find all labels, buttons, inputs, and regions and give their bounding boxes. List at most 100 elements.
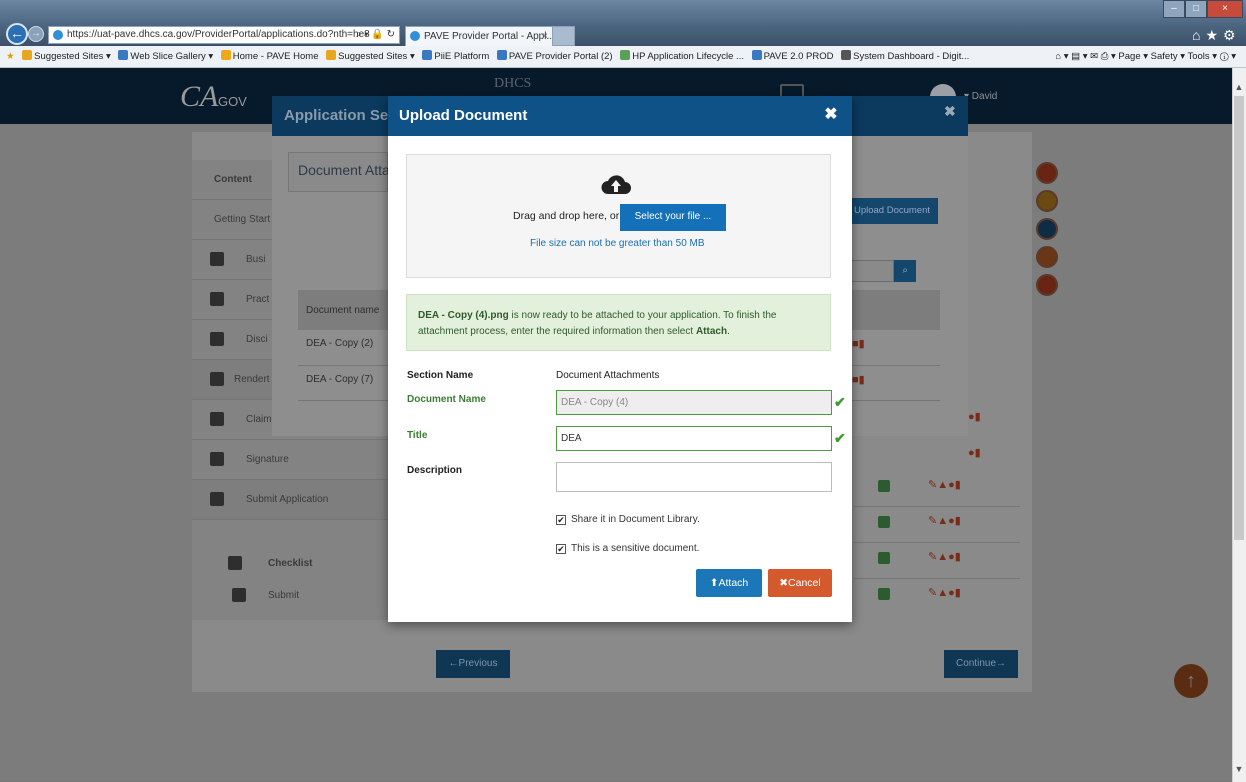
checklist-icon (228, 556, 242, 570)
view-delete-icons[interactable]: ●▮ (968, 410, 981, 423)
address-controls[interactable]: ⌕ ▾ 🔒 ↻ (356, 27, 395, 43)
url-text: https://uat-pave.dhcs.ca.gov/ProviderPor… (67, 29, 370, 40)
drag-drop-label: Drag and drop here, or (513, 210, 620, 222)
column-header-document-name: Document name (306, 305, 380, 316)
fav-item[interactable]: Web Slice Gallery ▾ (118, 50, 213, 62)
title-field[interactable] (556, 426, 832, 451)
row-divider (854, 542, 1020, 543)
scroll-up-arrow-icon[interactable]: ▲ (1232, 82, 1246, 92)
dhcs-logo: DHCS (494, 76, 532, 91)
complete-check-icon (878, 588, 890, 600)
description-label: Description (407, 465, 463, 476)
signature-icon (210, 452, 224, 466)
folder-delete-icons[interactable]: ■▮ (852, 337, 865, 350)
fav-item[interactable]: Suggested Sites ▾ (22, 50, 111, 62)
favorites-star-icon[interactable]: ★ (6, 51, 15, 62)
cloud-upload-icon (601, 175, 631, 194)
checkbox-checked-icon[interactable]: ✔ (556, 544, 566, 554)
cancel-button[interactable]: ✖Cancel (768, 569, 832, 597)
checkbox-checked-icon[interactable]: ✔ (556, 515, 566, 525)
command-bar[interactable]: ⌂ ▾ ▤ ▾ ✉ ⎙ ▾ Page ▾ Safety ▾ Tools ▾ ⓘ … (1049, 46, 1236, 67)
alert-attach-word: Attach (695, 326, 728, 337)
print-icon[interactable] (1036, 162, 1058, 184)
complete-check-icon (878, 480, 890, 492)
section-name-label: Section Name (407, 370, 474, 381)
new-tab-button[interactable] (553, 26, 575, 46)
user-menu[interactable]: ▾ David (964, 91, 997, 102)
section-name-value: Document Attachments (556, 370, 660, 381)
complete-check-icon (878, 552, 890, 564)
success-alert-text: DEA - Copy (4).png is now ready to be at… (418, 308, 818, 340)
table-row: DEA - Copy (7) (306, 374, 374, 385)
tab-favicon (410, 31, 420, 41)
site-icon (53, 30, 63, 40)
share-library-label: Share it in Document Library. (571, 514, 700, 525)
business-icon (210, 252, 224, 266)
edit-upload-view-delete-icons[interactable]: ✎▲●▮ (928, 478, 961, 491)
continue-button[interactable]: Continue→ (944, 650, 1018, 678)
view-delete-icons[interactable]: ●▮ (968, 446, 981, 459)
attach-button[interactable]: ⬆Attach (696, 569, 762, 597)
edit-upload-view-delete-icons[interactable]: ✎▲●▮ (928, 586, 961, 599)
window-controls: – □ × (1163, 0, 1243, 18)
row-divider (854, 506, 1020, 507)
submit-arrow-icon (210, 492, 224, 506)
title-label: Title (407, 430, 428, 441)
complete-check-icon (878, 516, 890, 528)
minimize-button[interactable]: – (1163, 0, 1185, 18)
fav-item[interactable]: HP Application Lifecycle ... (620, 50, 744, 62)
browser-home-favorites-settings-icons[interactable]: ⌂★⚙ (1192, 27, 1241, 44)
share-library-checkbox[interactable]: ✔ Share it in Document Library. (556, 514, 700, 525)
tag-icon[interactable] (1036, 190, 1058, 212)
claim-icon (210, 412, 224, 426)
share-icon[interactable] (1036, 246, 1058, 268)
search-icon[interactable]: ⌕ (894, 260, 916, 282)
address-bar[interactable]: https://uat-pave.dhcs.ca.gov/ProviderPor… (48, 26, 400, 44)
row-divider (854, 578, 1020, 579)
fav-item[interactable]: Home - PAVE Home (220, 50, 318, 62)
sensitive-document-label: This is a sensitive document. (571, 543, 700, 554)
scroll-to-top-icon[interactable]: ↑ (1174, 664, 1208, 698)
select-file-button[interactable]: Select your file ... (620, 204, 726, 231)
tab-close-icon[interactable]: × (542, 27, 548, 46)
modal-title: Upload Document (399, 107, 528, 124)
alert-filename: DEA - Copy (4).png (418, 310, 509, 321)
edit-upload-view-delete-icons[interactable]: ✎▲●▮ (928, 550, 961, 563)
folder-delete-icons[interactable]: ■▮ (852, 373, 865, 386)
back-button[interactable]: ← (6, 23, 28, 45)
section-close-icon[interactable]: ✖ (944, 103, 956, 120)
sensitive-document-checkbox[interactable]: ✔ This is a sensitive document. (556, 543, 699, 554)
favorites-bar: ★ Suggested Sites ▾ Web Slice Gallery ▾ … (0, 46, 1246, 68)
ca-gov-logo[interactable]: CA.GOV (180, 82, 247, 117)
scroll-down-arrow-icon[interactable]: ▼ (1232, 764, 1246, 774)
rendering-icon (210, 372, 224, 386)
previous-button[interactable]: ←Previous (436, 650, 510, 678)
maximize-button[interactable]: □ (1185, 0, 1207, 18)
table-row: DEA - Copy (2) (306, 338, 374, 349)
close-window-button[interactable]: × (1207, 0, 1243, 18)
document-name-field[interactable] (556, 390, 832, 415)
chat-icon[interactable] (1036, 218, 1058, 240)
alert-period: . (727, 326, 730, 337)
fav-item[interactable]: PiiE Platform (422, 50, 489, 62)
practice-icon (210, 292, 224, 306)
fav-item[interactable]: Suggested Sites ▾ (326, 50, 415, 62)
file-size-note: File size can not be greater than 50 MB (530, 238, 705, 249)
scrollbar-thumb[interactable] (1234, 96, 1244, 540)
description-field[interactable] (556, 462, 832, 492)
fav-item[interactable]: PAVE 2.0 PROD (751, 50, 834, 62)
send-icon (232, 588, 246, 602)
fav-item[interactable]: PAVE Provider Portal (2) (496, 50, 613, 62)
document-name-label: Document Name (407, 394, 486, 405)
modal-close-icon[interactable]: ✖ (822, 104, 840, 124)
forward-button[interactable]: → (28, 26, 44, 42)
disclosure-icon (210, 332, 224, 346)
search-input[interactable] (846, 260, 894, 282)
document-attachments-label: Document Atta (298, 162, 390, 178)
browser-tab[interactable]: PAVE Provider Portal - Appl... × (405, 26, 553, 46)
upload-document-button[interactable]: Upload Document (846, 198, 938, 224)
tab-title: PAVE Provider Portal - Appl... (424, 31, 553, 42)
mail-icon[interactable] (1036, 274, 1058, 296)
fav-item[interactable]: System Dashboard - Digit... (841, 50, 969, 62)
edit-upload-view-delete-icons[interactable]: ✎▲●▮ (928, 514, 961, 527)
